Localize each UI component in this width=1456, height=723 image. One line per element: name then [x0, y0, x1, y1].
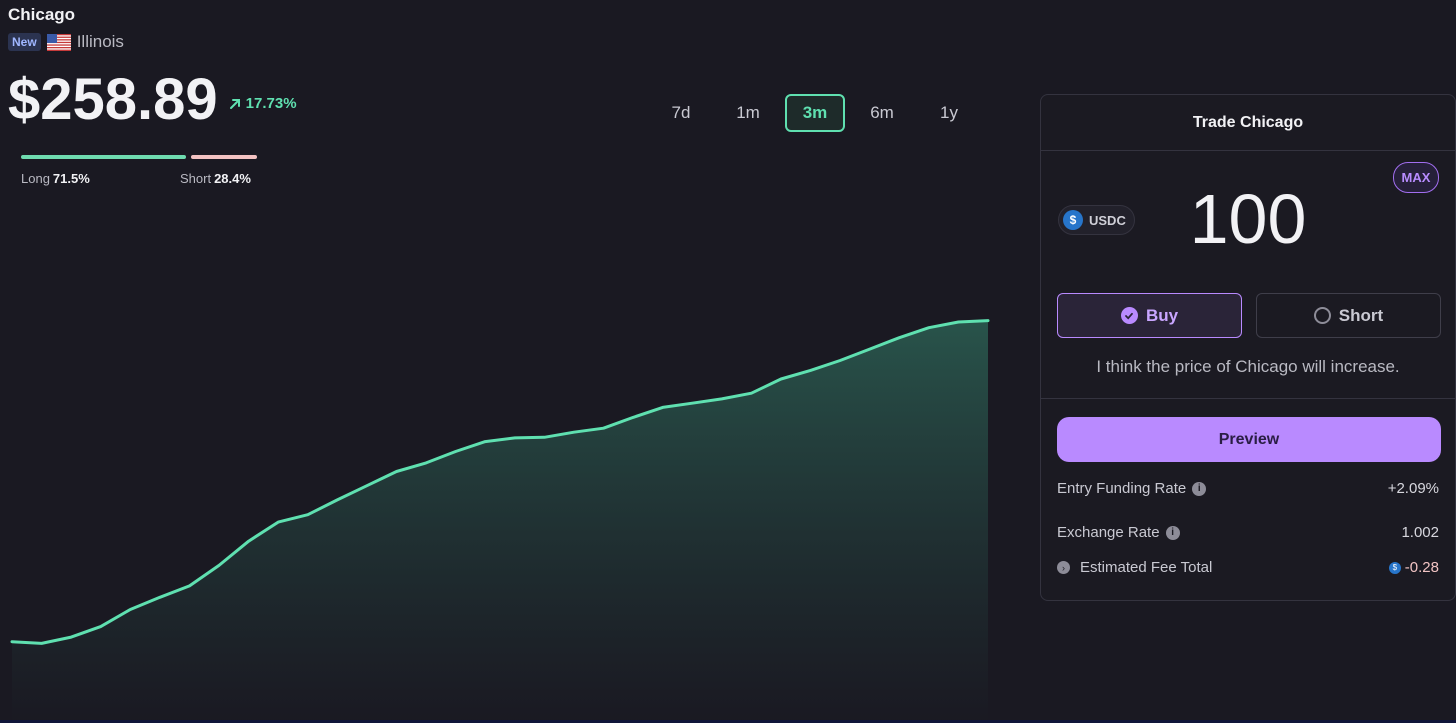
price-area — [12, 320, 988, 723]
price-change: 17.73% — [228, 95, 297, 112]
estimated-fee-label-group: › Estimated Fee Total — [1057, 559, 1212, 576]
trade-panel: Trade Chicago $ USDC 100 MAX Buy Short I… — [1040, 94, 1456, 601]
estimated-fee-label: Estimated Fee Total — [1080, 559, 1213, 576]
state-name: Illinois — [76, 32, 124, 51]
exchange-rate-row: Exchange Rate i 1.002 — [1057, 524, 1439, 541]
estimated-fee-value: -0.28 — [1404, 559, 1439, 576]
time-range-tabs: 7d 1m 3m 6m 1y — [651, 94, 986, 132]
market-subtitle: New Illinois — [8, 32, 124, 52]
divider — [1041, 398, 1455, 399]
price-row: $258.89 17.73% — [8, 66, 297, 133]
info-icon[interactable]: i — [1192, 481, 1207, 496]
exchange-rate-label-group: Exchange Rate i — [1057, 524, 1180, 541]
estimated-fee-row[interactable]: › Estimated Fee Total $ -0.28 — [1057, 559, 1439, 576]
short-value: 28.4% — [214, 171, 251, 186]
us-flag-icon — [46, 33, 71, 51]
price-change-value: 17.73% — [245, 95, 297, 112]
amount-row: $ USDC 100 MAX — [1041, 151, 1455, 293]
range-tab-7d[interactable]: 7d — [651, 94, 711, 132]
buy-label: Buy — [1145, 305, 1179, 325]
current-price: $258.89 — [8, 67, 218, 132]
preview-button[interactable]: Preview — [1057, 417, 1441, 462]
long-label: Long — [21, 171, 50, 186]
entry-funding-rate-label: Entry Funding Rate — [1057, 480, 1187, 497]
exchange-rate-label: Exchange Rate — [1057, 524, 1160, 541]
chevron-right-icon[interactable]: › — [1057, 561, 1070, 574]
amount-input[interactable]: 100 — [1041, 179, 1455, 259]
long-label-group: Long 71.5% — [21, 171, 90, 186]
max-button[interactable]: MAX — [1393, 162, 1439, 193]
range-tab-6m[interactable]: 6m — [852, 94, 912, 132]
entry-funding-rate-row: Entry Funding Rate i +2.09% — [1057, 480, 1439, 497]
radio-circle-icon — [1313, 307, 1331, 324]
exchange-rate-value: 1.002 — [1401, 524, 1439, 541]
trade-hint: I think the price of Chicago will increa… — [1096, 357, 1400, 376]
arrow-up-right-icon — [229, 98, 240, 109]
trade-title: Trade Chicago — [1041, 95, 1455, 151]
entry-funding-rate-value: +2.09% — [1387, 480, 1439, 497]
side-selector: Buy Short — [1057, 293, 1441, 338]
range-tab-1y[interactable]: 1y — [919, 94, 979, 132]
short-button[interactable]: Short — [1256, 293, 1441, 338]
buy-button[interactable]: Buy — [1057, 293, 1242, 338]
long-short-bar — [21, 155, 261, 160]
check-circle-icon — [1120, 307, 1138, 324]
short-bar — [191, 155, 257, 159]
new-badge: New — [8, 33, 41, 51]
range-tab-3m[interactable]: 3m — [785, 94, 845, 132]
market-header: Chicago New Illinois — [8, 5, 124, 52]
long-bar — [21, 155, 187, 159]
usdc-icon: $ — [1388, 561, 1401, 574]
range-tab-1m[interactable]: 1m — [718, 94, 778, 132]
short-label-group: Short 28.4% — [180, 171, 251, 186]
price-chart — [10, 319, 990, 723]
entry-funding-rate-label-group: Entry Funding Rate i — [1057, 480, 1207, 497]
market-title: Chicago — [8, 5, 76, 24]
estimated-fee-value-group: $ -0.28 — [1388, 559, 1439, 576]
short-label: Short — [180, 171, 212, 186]
short-button-label: Short — [1338, 305, 1384, 325]
long-value: 71.5% — [52, 171, 90, 186]
info-icon[interactable]: i — [1165, 525, 1180, 540]
